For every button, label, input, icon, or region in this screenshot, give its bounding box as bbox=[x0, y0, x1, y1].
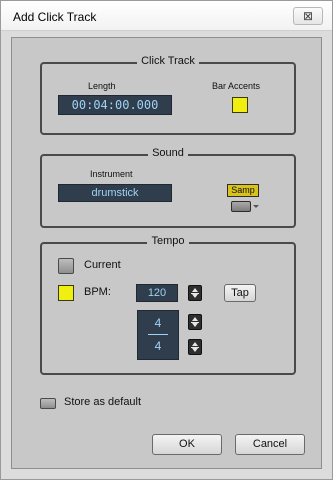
current-checkbox[interactable] bbox=[58, 258, 74, 274]
instrument-label: Instrument bbox=[90, 169, 133, 179]
sound-group: Sound Instrument drumstick Samp bbox=[40, 147, 296, 228]
bpm-checkbox[interactable] bbox=[58, 285, 74, 301]
bpm-label: BPM: bbox=[84, 286, 111, 298]
samp-badge[interactable]: Samp bbox=[227, 184, 259, 197]
bpm-spinner[interactable] bbox=[188, 285, 202, 301]
samp-dropdown-button[interactable] bbox=[231, 201, 251, 212]
tempo-group-title: Tempo bbox=[147, 235, 189, 247]
bpm-value-field[interactable]: 120 bbox=[136, 284, 178, 302]
title-bar: Add Click Track ⊠ bbox=[1, 1, 332, 31]
bar-accents-toggle[interactable] bbox=[232, 97, 248, 113]
tap-button[interactable]: Tap bbox=[224, 284, 256, 302]
ok-button[interactable]: OK bbox=[152, 434, 222, 455]
time-sig-denominator: 4 bbox=[154, 339, 162, 353]
current-label: Current bbox=[84, 259, 121, 271]
store-default-toggle[interactable] bbox=[40, 398, 56, 409]
add-click-track-dialog: Add Click Track ⊠ Click Track Length 00:… bbox=[0, 0, 333, 480]
dialog-body: Click Track Length 00:04:00.000 Bar Acce… bbox=[11, 37, 322, 469]
window-title: Add Click Track bbox=[13, 10, 97, 24]
length-label: Length bbox=[88, 81, 116, 91]
click-track-group: Click Track Length 00:04:00.000 Bar Acce… bbox=[40, 55, 296, 135]
instrument-selector[interactable]: drumstick bbox=[58, 184, 172, 202]
time-sig-divider bbox=[148, 334, 168, 335]
bar-accents-label: Bar Accents bbox=[212, 81, 261, 91]
time-sig-numerator-spinner[interactable] bbox=[188, 314, 202, 330]
time-sig-numerator: 4 bbox=[154, 316, 162, 330]
length-display[interactable]: 00:04:00.000 bbox=[58, 95, 172, 115]
time-sig-denominator-spinner[interactable] bbox=[188, 339, 202, 355]
sound-group-title: Sound bbox=[148, 147, 188, 159]
chevron-down-icon bbox=[253, 205, 259, 208]
store-default-label: Store as default bbox=[64, 396, 142, 408]
time-signature-display[interactable]: 4 4 bbox=[137, 310, 179, 360]
close-button[interactable]: ⊠ bbox=[293, 7, 323, 25]
click-track-group-title: Click Track bbox=[137, 55, 199, 67]
tempo-group: Tempo Current BPM: 120 Tap 4 4 bbox=[40, 235, 296, 375]
cancel-button[interactable]: Cancel bbox=[235, 434, 305, 455]
